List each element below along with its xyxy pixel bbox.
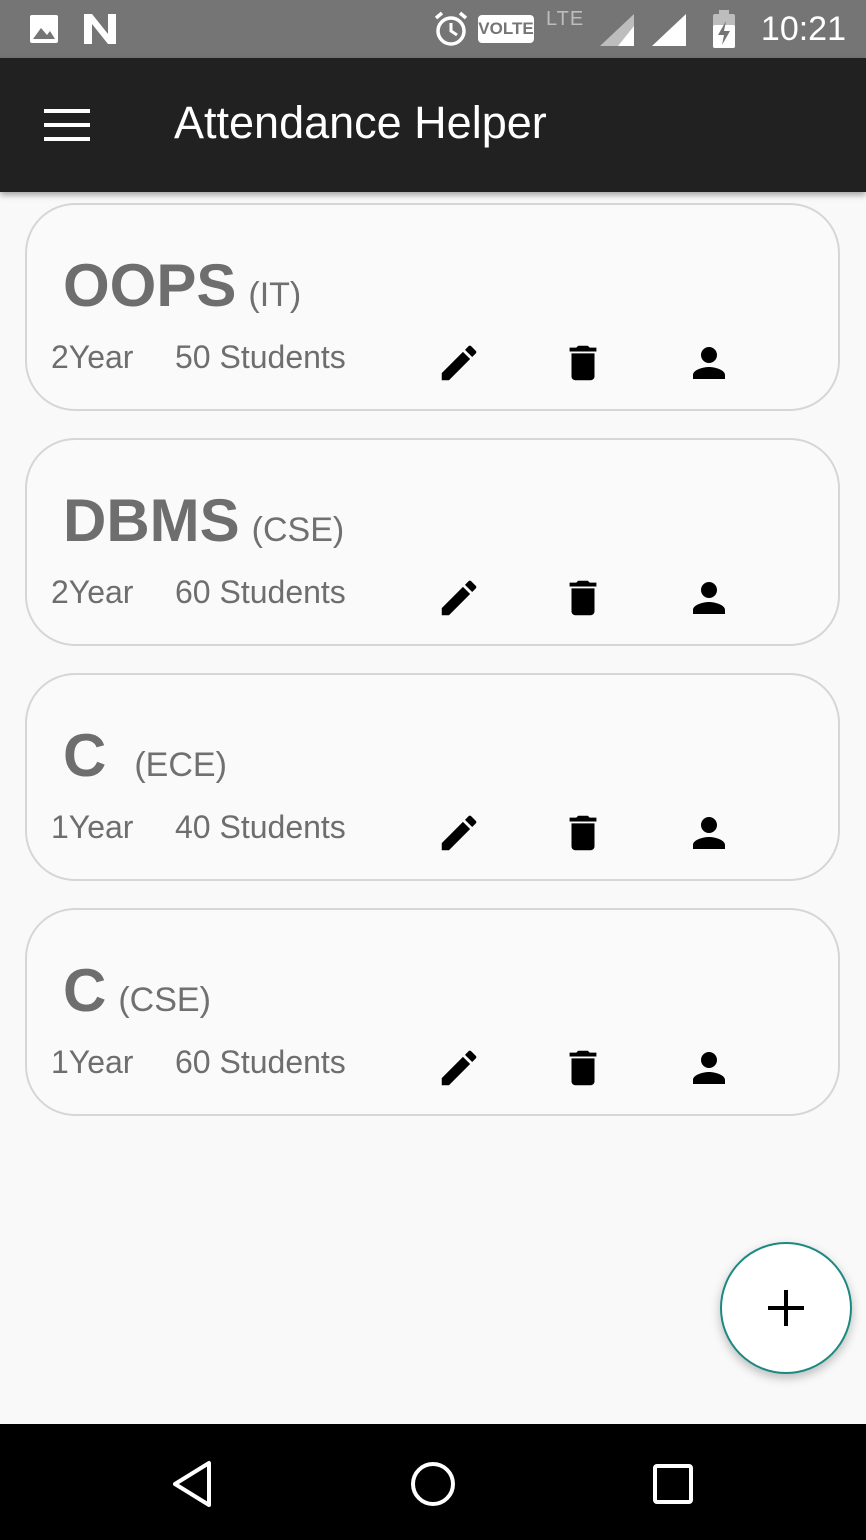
lte-icon: LTE [546,8,585,30]
page-title: Attendance Helper [174,97,547,148]
card-title: DBMS (CSE) [63,486,344,555]
subject-name: OOPS [63,252,237,319]
home-button[interactable] [401,1452,465,1516]
students-count: 50 Students [175,339,346,375]
delete-icon [569,345,597,381]
alarm-icon [434,11,468,46]
image-icon [30,15,58,43]
hamburger-menu-icon [44,109,90,141]
students-count: 60 Students [175,574,346,610]
status-bar: VOLTE LTE 10:21 [0,0,866,58]
year-label: 2Year [51,574,134,610]
subject-name: C [63,722,107,789]
person-icon [693,817,725,849]
students-button[interactable] [681,570,737,626]
edit-button[interactable] [431,335,487,391]
edit-icon [441,815,477,851]
subject-name: DBMS [63,487,240,554]
delete-icon [569,815,597,851]
class-card[interactable]: C (ECE) 1Year 40 Students [25,673,840,881]
edit-button[interactable] [431,570,487,626]
status-time: 10:21 [760,9,846,48]
students-count: 60 Students [175,1044,346,1080]
edit-icon [441,580,477,616]
branch-name: (IT) [248,276,302,314]
card-title: OOPS (IT) [63,251,301,320]
recents-icon [653,1464,693,1504]
delete-button[interactable] [555,570,611,626]
class-card[interactable]: DBMS (CSE) 2Year 60 Students [25,438,840,646]
menu-button[interactable] [30,94,104,156]
students-button[interactable] [681,335,737,391]
person-icon [693,347,725,379]
signal-icon [600,14,634,46]
delete-icon [569,1050,597,1086]
volte-icon: VOLTE [478,15,534,43]
navigation-bar [0,1424,866,1540]
app-bar: Attendance Helper [0,58,866,192]
add-class-button[interactable] [720,1242,852,1374]
plus-icon [768,1290,804,1326]
back-icon [173,1461,211,1507]
signal-icon [652,14,686,46]
card-title: C (ECE) [63,721,227,790]
class-card[interactable]: C (CSE) 1Year 60 Students [25,908,840,1116]
edit-icon [441,345,477,381]
students-count: 40 Students [175,809,346,845]
year-label: 1Year [51,809,134,845]
delete-button[interactable] [555,1040,611,1096]
class-card[interactable]: OOPS (IT) 2Year 50 Students [25,203,840,411]
n-logo-icon [84,14,116,44]
subject-name: C [63,957,107,1024]
back-button[interactable] [160,1452,224,1516]
delete-button[interactable] [555,335,611,391]
person-icon [693,582,725,614]
battery-charging-icon [713,10,735,48]
recents-button[interactable] [641,1452,705,1516]
delete-icon [569,580,597,616]
branch-name: (ECE) [134,746,227,784]
person-icon [693,1052,725,1084]
year-label: 1Year [51,1044,134,1080]
home-icon [411,1462,455,1506]
card-title: C (CSE) [63,956,211,1025]
branch-name: (CSE) [118,981,211,1019]
year-label: 2Year [51,339,134,375]
students-button[interactable] [681,1040,737,1096]
students-button[interactable] [681,805,737,861]
branch-name: (CSE) [251,511,345,549]
edit-button[interactable] [431,1040,487,1096]
edit-icon [441,1050,477,1086]
delete-button[interactable] [555,805,611,861]
edit-button[interactable] [431,805,487,861]
